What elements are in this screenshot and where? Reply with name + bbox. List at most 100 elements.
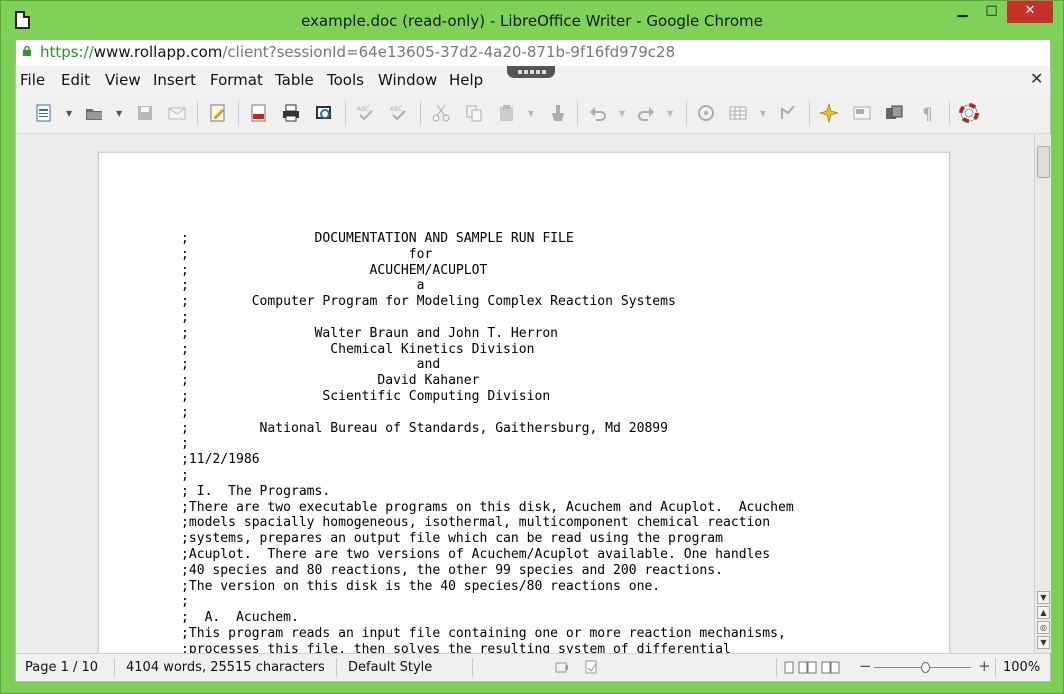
save-icon[interactable] — [135, 103, 155, 123]
redo-dropdown-icon[interactable]: ▼ — [667, 109, 673, 118]
menu-tools[interactable]: Tools — [327, 71, 364, 89]
document-line[interactable]: ; Chemical Kinetics Division — [181, 342, 534, 357]
zoom-slider-handle[interactable] — [921, 662, 930, 673]
document-line[interactable]: ; David Kahaner — [181, 373, 480, 388]
menu-file[interactable]: File — [20, 71, 45, 89]
document-line[interactable]: ; — [181, 405, 189, 420]
table-icon[interactable] — [728, 103, 748, 123]
export-pdf-icon[interactable] — [249, 103, 269, 123]
clone-formatting-icon[interactable] — [547, 103, 567, 123]
help-lifebuoy-icon[interactable] — [959, 103, 979, 123]
nonprinting-chars-block-icon[interactable] — [884, 103, 904, 123]
undo-icon[interactable] — [588, 103, 608, 123]
minimize-button[interactable]: ▁ — [949, 1, 976, 23]
title-bar[interactable]: example.doc (read-only) - LibreOffice Wr… — [1, 1, 1063, 39]
document-line[interactable]: ;This program reads an input file contai… — [181, 626, 786, 641]
document-line[interactable]: ; Scientific Computing Division — [181, 389, 550, 404]
document-line[interactable]: ; I. The Programs. — [181, 484, 330, 499]
document-line[interactable]: ;Acuplot. There are two versions of Acuc… — [181, 547, 770, 562]
document-line[interactable]: ;40 species and 80 reactions, the other … — [181, 563, 723, 578]
document-line[interactable]: ; — [181, 436, 189, 451]
word-count[interactable]: 4104 words, 25515 characters — [126, 660, 325, 675]
document-modified-icon[interactable] — [585, 660, 598, 674]
edit-document-icon[interactable] — [208, 103, 228, 123]
document-line[interactable]: ;There are two executable programs on th… — [181, 500, 794, 515]
document-line[interactable]: ; and — [181, 357, 440, 372]
document-text[interactable]: ; DOCUMENTATION AND SAMPLE RUN FILE ; fo… — [181, 231, 794, 653]
document-line[interactable]: ;The version on this disk is the 40 spec… — [181, 579, 660, 594]
page-indicator[interactable]: Page 1 / 10 — [25, 660, 98, 675]
paste-dropdown-icon[interactable]: ▼ — [528, 109, 534, 118]
document-line[interactable]: ; DOCUMENTATION AND SAMPLE RUN FILE — [181, 231, 574, 246]
status-separator — [114, 658, 115, 677]
document-line[interactable]: ; Computer Program for Modeling Complex … — [181, 294, 676, 309]
document-line[interactable]: ;systems, prepares an output file which … — [181, 531, 723, 546]
undo-dropdown-icon[interactable]: ▼ — [619, 109, 625, 118]
menu-table[interactable]: Table — [275, 71, 314, 89]
zoom-level[interactable]: 100% — [1003, 660, 1040, 675]
menu-bar: File Edit View Insert Format Table Tools… — [16, 66, 1050, 93]
url-scheme: https:// — [40, 43, 94, 61]
vertical-scrollbar[interactable]: ▼ ▲ ◎ ▼ — [1034, 134, 1051, 653]
status-separator — [776, 658, 777, 677]
scrollbar-thumb[interactable] — [1037, 146, 1050, 178]
page-style[interactable]: Default Style — [348, 660, 432, 675]
document-page[interactable]: ; DOCUMENTATION AND SAMPLE RUN FILE ; fo… — [98, 152, 950, 653]
table-dropdown-icon[interactable]: ▼ — [760, 109, 766, 118]
toolbar-separator — [949, 101, 950, 125]
print-preview-icon[interactable] — [314, 103, 334, 123]
redo-icon[interactable] — [636, 103, 656, 123]
print-icon[interactable] — [281, 103, 301, 123]
document-line[interactable]: ; ACUCHEM/ACUPLOT — [181, 263, 487, 278]
maximize-button[interactable]: □ — [978, 1, 1005, 23]
document-line[interactable]: ; — [181, 594, 189, 609]
document-canvas[interactable]: ; DOCUMENTATION AND SAMPLE RUN FILE ; fo… — [16, 134, 1034, 653]
menu-view[interactable]: View — [105, 71, 141, 89]
toolbar-separator — [197, 101, 198, 125]
view-layout-icons[interactable] — [784, 661, 844, 674]
document-line[interactable]: ;11/2/1986 — [181, 452, 260, 467]
zoom-out-icon[interactable]: − — [859, 657, 872, 675]
menu-help[interactable]: Help — [449, 71, 483, 89]
spellcheck-icon[interactable]: ABC — [356, 103, 376, 123]
cut-icon[interactable] — [431, 103, 451, 123]
gallery-star-icon[interactable] — [819, 103, 839, 123]
document-line[interactable]: ;models spacially homogeneous, isotherma… — [181, 515, 770, 530]
document-line[interactable]: ; Walter Braun and John T. Herron — [181, 326, 558, 341]
menu-window[interactable]: Window — [378, 71, 437, 89]
close-window-button[interactable]: ✕ — [1007, 1, 1053, 23]
navigation-icon[interactable]: ◎ — [1037, 621, 1050, 634]
paste-icon[interactable] — [497, 103, 517, 123]
selection-mode-icon[interactable] — [555, 661, 569, 674]
data-sources-icon[interactable] — [852, 103, 872, 123]
document-line[interactable]: ; — [181, 468, 189, 483]
menu-edit[interactable]: Edit — [61, 71, 90, 89]
menu-insert[interactable]: Insert — [153, 71, 196, 89]
url-text[interactable]: https://www.rollapp.com/client?sessionId… — [40, 43, 675, 61]
new-document-icon[interactable] — [34, 103, 54, 123]
menu-format[interactable]: Format — [210, 71, 263, 89]
document-line[interactable]: ; a — [181, 278, 425, 293]
copy-icon[interactable] — [464, 103, 484, 123]
email-icon[interactable] — [167, 103, 187, 123]
navigator-icon[interactable] — [696, 103, 716, 123]
document-line[interactable]: ;processes this file, then solves the re… — [181, 642, 731, 653]
session-handle[interactable] — [507, 66, 555, 78]
document-line[interactable]: ; for — [181, 247, 432, 262]
previous-page-icon[interactable]: ▲ — [1037, 606, 1050, 619]
autospellcheck-icon[interactable]: ABC — [389, 103, 409, 123]
next-page-icon[interactable]: ▼ — [1037, 636, 1050, 649]
document-line[interactable]: ; A. Acuchem. — [181, 610, 299, 625]
zoom-in-icon[interactable]: + — [978, 657, 991, 675]
new-dropdown-icon[interactable]: ▼ — [66, 109, 72, 118]
document-line[interactable]: ; — [181, 310, 189, 325]
show-draw-functions-icon[interactable] — [778, 103, 798, 123]
close-document-icon[interactable]: ✕ — [1030, 69, 1043, 88]
formatting-marks-icon[interactable]: ¶ — [918, 103, 938, 123]
open-dropdown-icon[interactable]: ▼ — [116, 109, 122, 118]
status-bar: Page 1 / 10 4104 words, 25515 characters… — [16, 653, 1050, 681]
document-line[interactable]: ; National Bureau of Standards, Gaithers… — [181, 421, 668, 436]
address-bar[interactable]: https://www.rollapp.com/client?sessionId… — [15, 39, 1051, 67]
scroll-down-arrow-icon[interactable]: ▼ — [1037, 591, 1050, 604]
open-folder-icon[interactable] — [84, 103, 104, 123]
